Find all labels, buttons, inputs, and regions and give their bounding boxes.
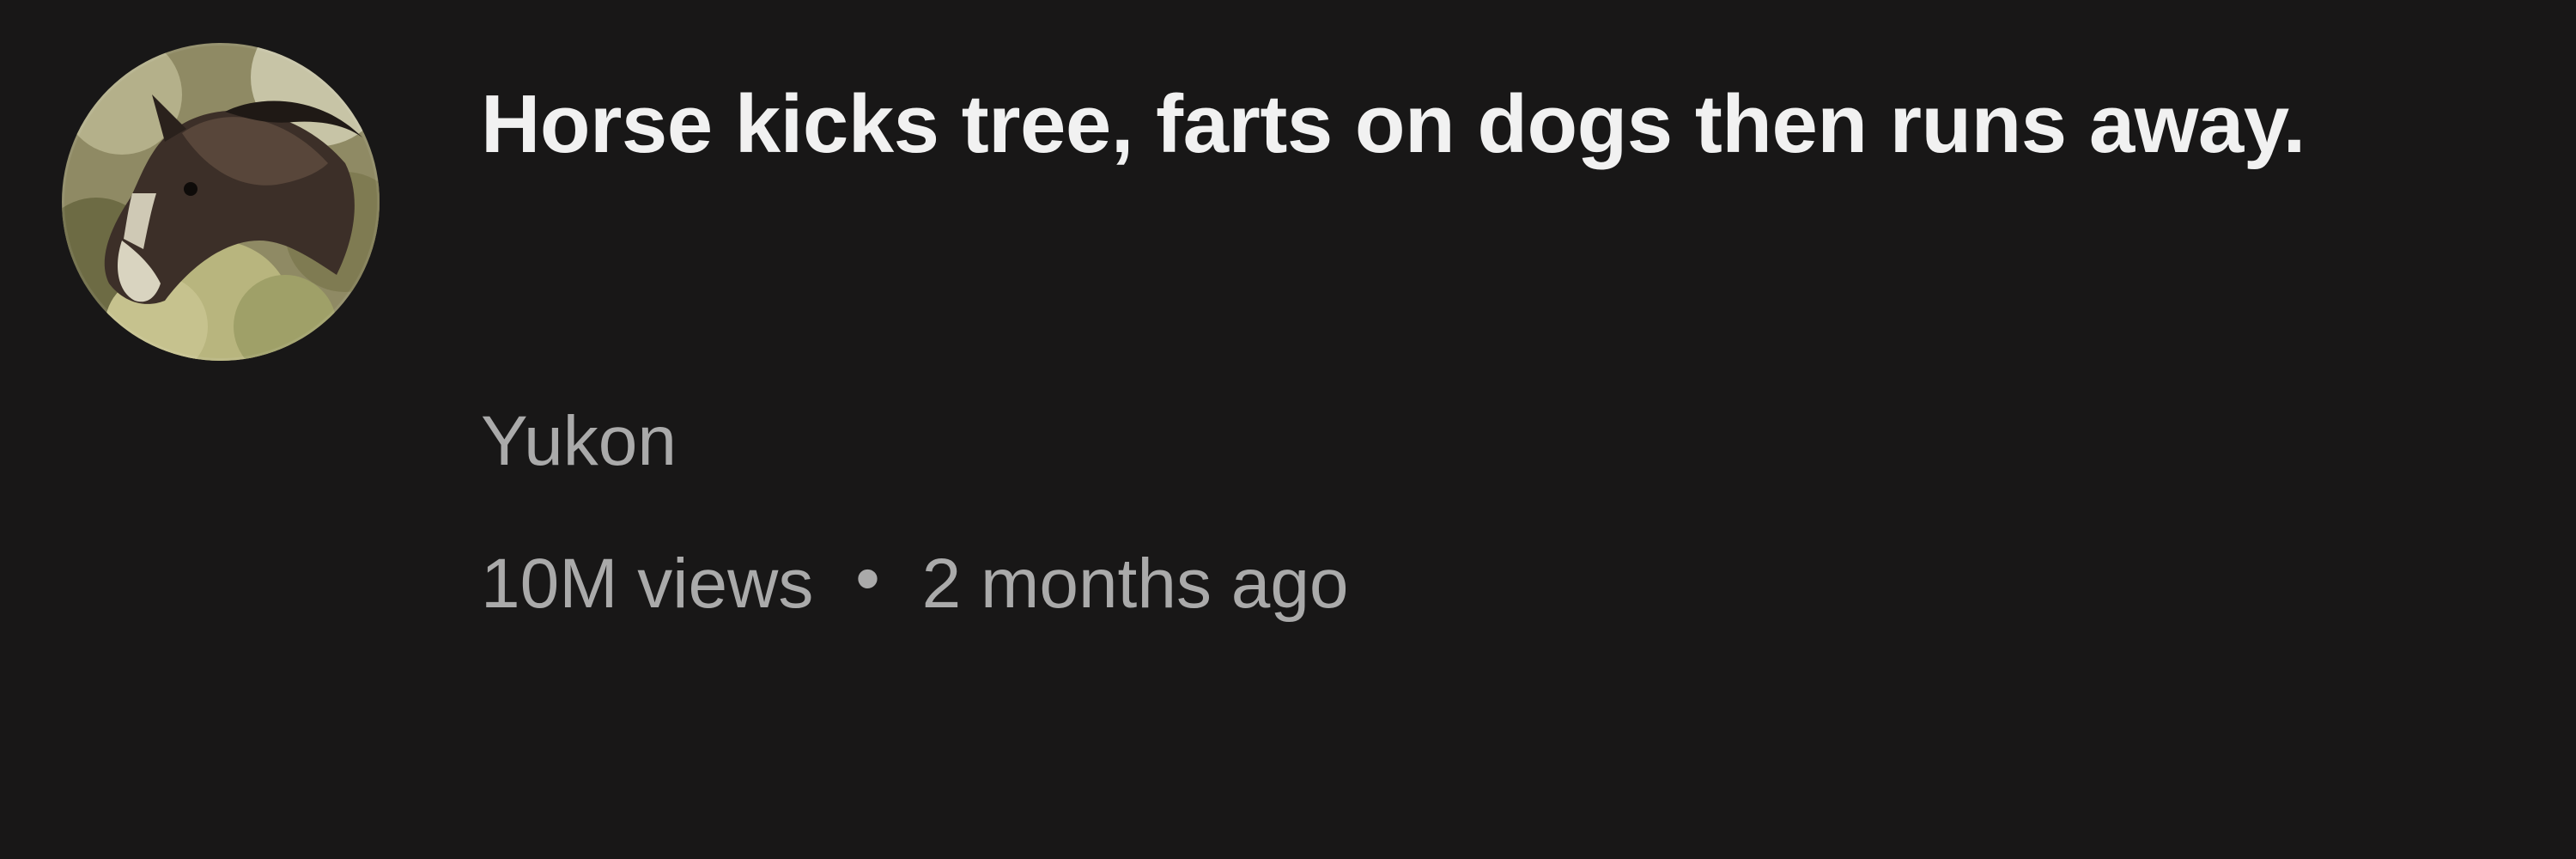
video-result-item[interactable]: Horse kicks tree, farts on dogs then run… bbox=[0, 0, 2576, 859]
video-details: Horse kicks tree, farts on dogs then run… bbox=[481, 67, 2456, 627]
channel-avatar[interactable] bbox=[62, 43, 380, 361]
video-stats: 10M views • 2 months ago bbox=[481, 539, 2456, 627]
channel-name[interactable]: Yukon bbox=[481, 399, 677, 484]
view-count: 10M views bbox=[481, 545, 814, 623]
separator-dot: • bbox=[855, 539, 880, 618]
upload-age: 2 months ago bbox=[921, 545, 1349, 623]
horse-avatar-icon bbox=[62, 43, 380, 361]
video-title[interactable]: Horse kicks tree, farts on dogs then run… bbox=[481, 67, 2456, 182]
